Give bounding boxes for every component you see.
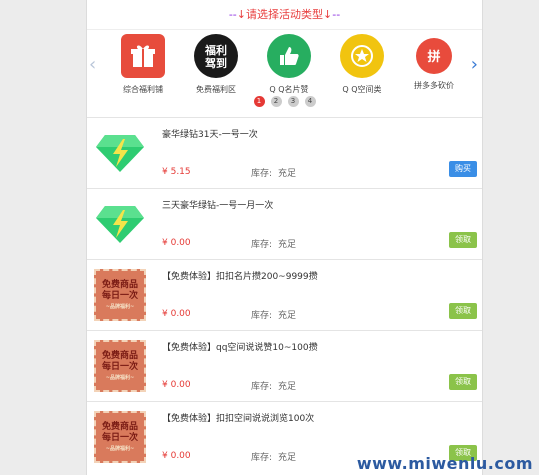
claim-button[interactable]: 领取	[449, 232, 477, 248]
category-carousel: ‹ 综合福利铺 福利 驾到 免费福利区 Q Q名片赞 Q Q空间类 拼 拼多多砍…	[87, 30, 482, 116]
category-item-qq-card-like[interactable]: Q Q名片赞	[251, 34, 327, 95]
site-watermark: www.miwenlu.com	[356, 454, 533, 473]
green-diamond-icon	[91, 124, 149, 182]
stamp-line-2: 每日一次	[101, 362, 138, 372]
stock-value: 充足	[278, 169, 297, 179]
stock-label: 库存:	[251, 453, 273, 463]
page-container: --↓请选择活动类型↓-- ‹ 综合福利铺 福利驾到 免费福利区 Q Q名片赞	[86, 0, 483, 475]
claim-button[interactable]: 领取	[449, 374, 477, 390]
free-product-stamp: 免费商品 每日一次 ~品牌福利~	[91, 408, 149, 466]
stock-value: 充足	[278, 311, 297, 321]
category-item-free-zone[interactable]: 福利 驾到 免费福利区	[178, 34, 254, 95]
product-price: ¥ 0.00	[162, 380, 191, 390]
gift-icon	[121, 34, 165, 78]
product-row: 免费商品 每日一次 ~品牌福利~ 【免费体验】扣扣名片攒200~9999攒 ¥ 0.…	[87, 259, 482, 330]
free-product-stamp: 免费商品 每日一次 ~品牌福利~	[91, 337, 149, 395]
page-dot[interactable]: 4	[304, 96, 316, 107]
product-price: ¥ 0.00	[162, 238, 191, 248]
product-price: ¥ 0.00	[162, 451, 191, 461]
carousel-prev-arrow-icon[interactable]: ‹	[89, 54, 96, 75]
stamp-line-2: 每日一次	[101, 291, 138, 301]
stamp-line-3: ~品牌福利~	[105, 446, 135, 452]
product-list: 豪华绿钻31天-一号一次 ¥ 5.15 库存: 充足 购买 三天豪华绿钻-一号一月…	[87, 117, 482, 472]
stamp-line-2: 每日一次	[101, 433, 138, 443]
stock-info: 库存: 充足	[251, 237, 296, 250]
stamp-line-1: 免费商品	[101, 280, 138, 290]
green-diamond-icon	[91, 195, 149, 253]
product-price: ¥ 5.15	[162, 167, 191, 177]
category-item-welfare-shop[interactable]: 综合福利铺	[105, 34, 181, 95]
category-item-pdd-bargain[interactable]: 拼 拼多多砍价	[396, 34, 472, 91]
header-prefix: --	[228, 8, 237, 21]
star-icon	[340, 34, 384, 78]
category-item-qq-space[interactable]: Q Q空间类	[324, 34, 400, 95]
svg-text:福利: 福利	[204, 43, 227, 57]
product-name[interactable]: 三天豪华绿钻-一号一月一次	[162, 198, 273, 211]
stock-label: 库存:	[251, 382, 273, 392]
stock-info: 库存: 充足	[251, 308, 296, 321]
product-price: ¥ 0.00	[162, 309, 191, 319]
claim-button[interactable]: 领取	[449, 303, 477, 319]
stock-label: 库存:	[251, 169, 273, 179]
carousel-pagination: 1234	[87, 92, 482, 107]
svg-text:拼: 拼	[427, 49, 440, 65]
stock-info: 库存: 充足	[251, 450, 296, 463]
pinduoduo-icon: 拼	[416, 38, 452, 74]
activity-type-header: --↓请选择活动类型↓--	[87, 0, 482, 30]
category-label: 拼多多砍价	[414, 81, 454, 90]
carousel-next-arrow-icon[interactable]: ›	[471, 54, 478, 75]
stamp-line-3: ~品牌福利~	[105, 375, 135, 381]
welfare-badge-icon: 福利 驾到	[194, 34, 238, 78]
stock-value: 充足	[278, 382, 297, 392]
page-dot[interactable]: 2	[270, 96, 282, 107]
product-row: 免费商品 每日一次 ~品牌福利~ 【免费体验】qq空间说说赞10~100攒 ¥ 0.…	[87, 330, 482, 401]
free-product-stamp: 免费商品 每日一次 ~品牌福利~	[91, 266, 149, 324]
header-suffix: --	[332, 8, 341, 21]
header-title: ↓请选择活动类型↓	[236, 8, 333, 21]
product-name[interactable]: 【免费体验】qq空间说说赞10~100攒	[162, 340, 318, 353]
stock-label: 库存:	[251, 311, 273, 321]
svg-text:驾到: 驾到	[204, 56, 227, 70]
stamp-line-3: ~品牌福利~	[105, 304, 135, 310]
stock-info: 库存: 充足	[251, 166, 296, 179]
stock-value: 充足	[278, 453, 297, 463]
page-dot[interactable]: 1	[253, 96, 265, 107]
product-name[interactable]: 【免费体验】扣扣名片攒200~9999攒	[162, 269, 318, 282]
page-dot[interactable]: 3	[287, 96, 299, 107]
stamp-line-1: 免费商品	[101, 351, 138, 361]
stock-value: 充足	[278, 240, 297, 250]
product-name[interactable]: 豪华绿钻31天-一号一次	[162, 127, 258, 140]
buy-button[interactable]: 购买	[449, 161, 477, 177]
stock-label: 库存:	[251, 240, 273, 250]
thumbs-up-icon	[267, 34, 311, 78]
stamp-line-1: 免费商品	[101, 422, 138, 432]
product-name[interactable]: 【免费体验】扣扣空间说说浏览100次	[162, 411, 314, 424]
product-row: 三天豪华绿钻-一号一月一次 ¥ 0.00 库存: 充足 领取	[87, 188, 482, 259]
stock-info: 库存: 充足	[251, 379, 296, 392]
product-row: 豪华绿钻31天-一号一次 ¥ 5.15 库存: 充足 购买	[87, 117, 482, 188]
